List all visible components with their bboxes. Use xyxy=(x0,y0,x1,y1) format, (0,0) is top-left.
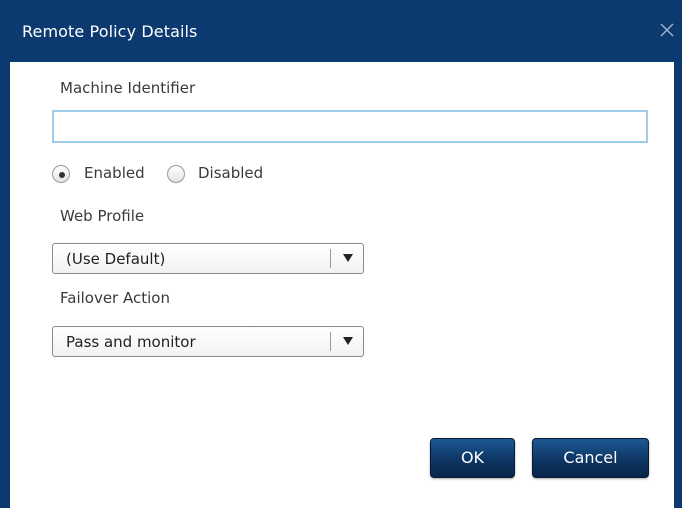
machine-identifier-label: Machine Identifier xyxy=(60,79,196,97)
failover-action-label: Failover Action xyxy=(60,289,170,307)
web-profile-label: Web Profile xyxy=(60,207,145,225)
enabled-radio-label[interactable]: Enabled xyxy=(84,164,145,182)
disabled-radio-label[interactable]: Disabled xyxy=(198,164,263,182)
dialog-titlebar: Remote Policy Details xyxy=(0,0,682,62)
enabled-radio[interactable] xyxy=(52,165,70,183)
remote-policy-dialog: Remote Policy Details Machine Identifier… xyxy=(0,0,682,508)
ok-button[interactable]: OK xyxy=(430,438,515,478)
chevron-down-icon[interactable] xyxy=(343,254,353,262)
web-profile-select[interactable]: (Use Default) xyxy=(52,243,364,274)
dialog-title: Remote Policy Details xyxy=(22,22,198,41)
failover-action-select[interactable]: Pass and monitor xyxy=(52,326,364,357)
web-profile-value: (Use Default) xyxy=(66,250,166,268)
failover-action-value: Pass and monitor xyxy=(66,333,196,351)
chevron-down-icon[interactable] xyxy=(343,337,353,345)
radio-selected-dot xyxy=(59,172,65,178)
machine-identifier-input[interactable] xyxy=(52,110,648,143)
disabled-radio[interactable] xyxy=(167,165,185,183)
close-icon[interactable] xyxy=(658,21,676,39)
select-divider xyxy=(330,249,331,268)
select-divider xyxy=(330,332,331,351)
dialog-content: Machine Identifier Enabled Disabled Web … xyxy=(10,62,674,508)
cancel-button[interactable]: Cancel xyxy=(532,438,649,478)
